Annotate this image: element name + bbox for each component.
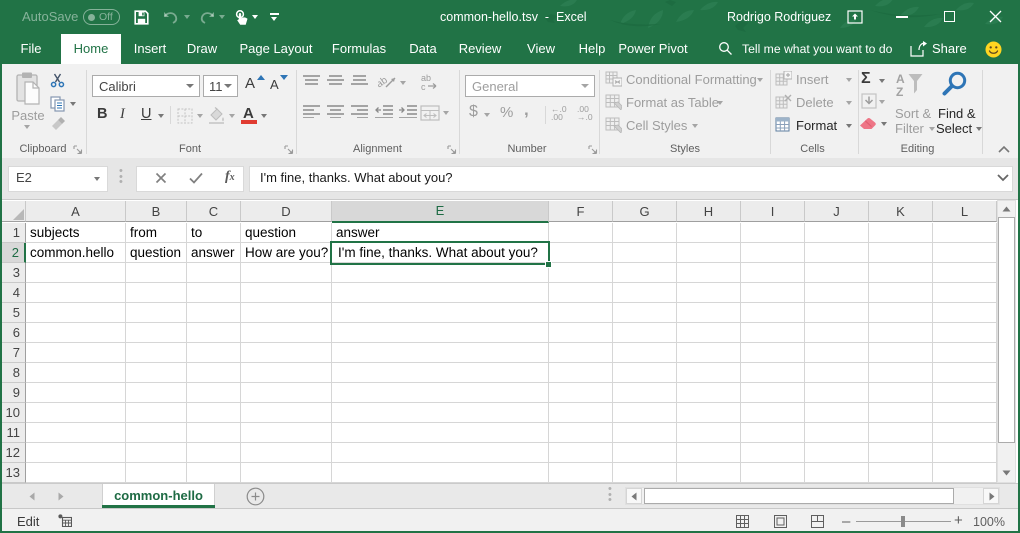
svg-text:c: c: [421, 82, 426, 91]
svg-text:A: A: [896, 72, 905, 86]
svg-text:Z: Z: [896, 85, 903, 98]
svg-text:ab: ab: [378, 75, 390, 90]
